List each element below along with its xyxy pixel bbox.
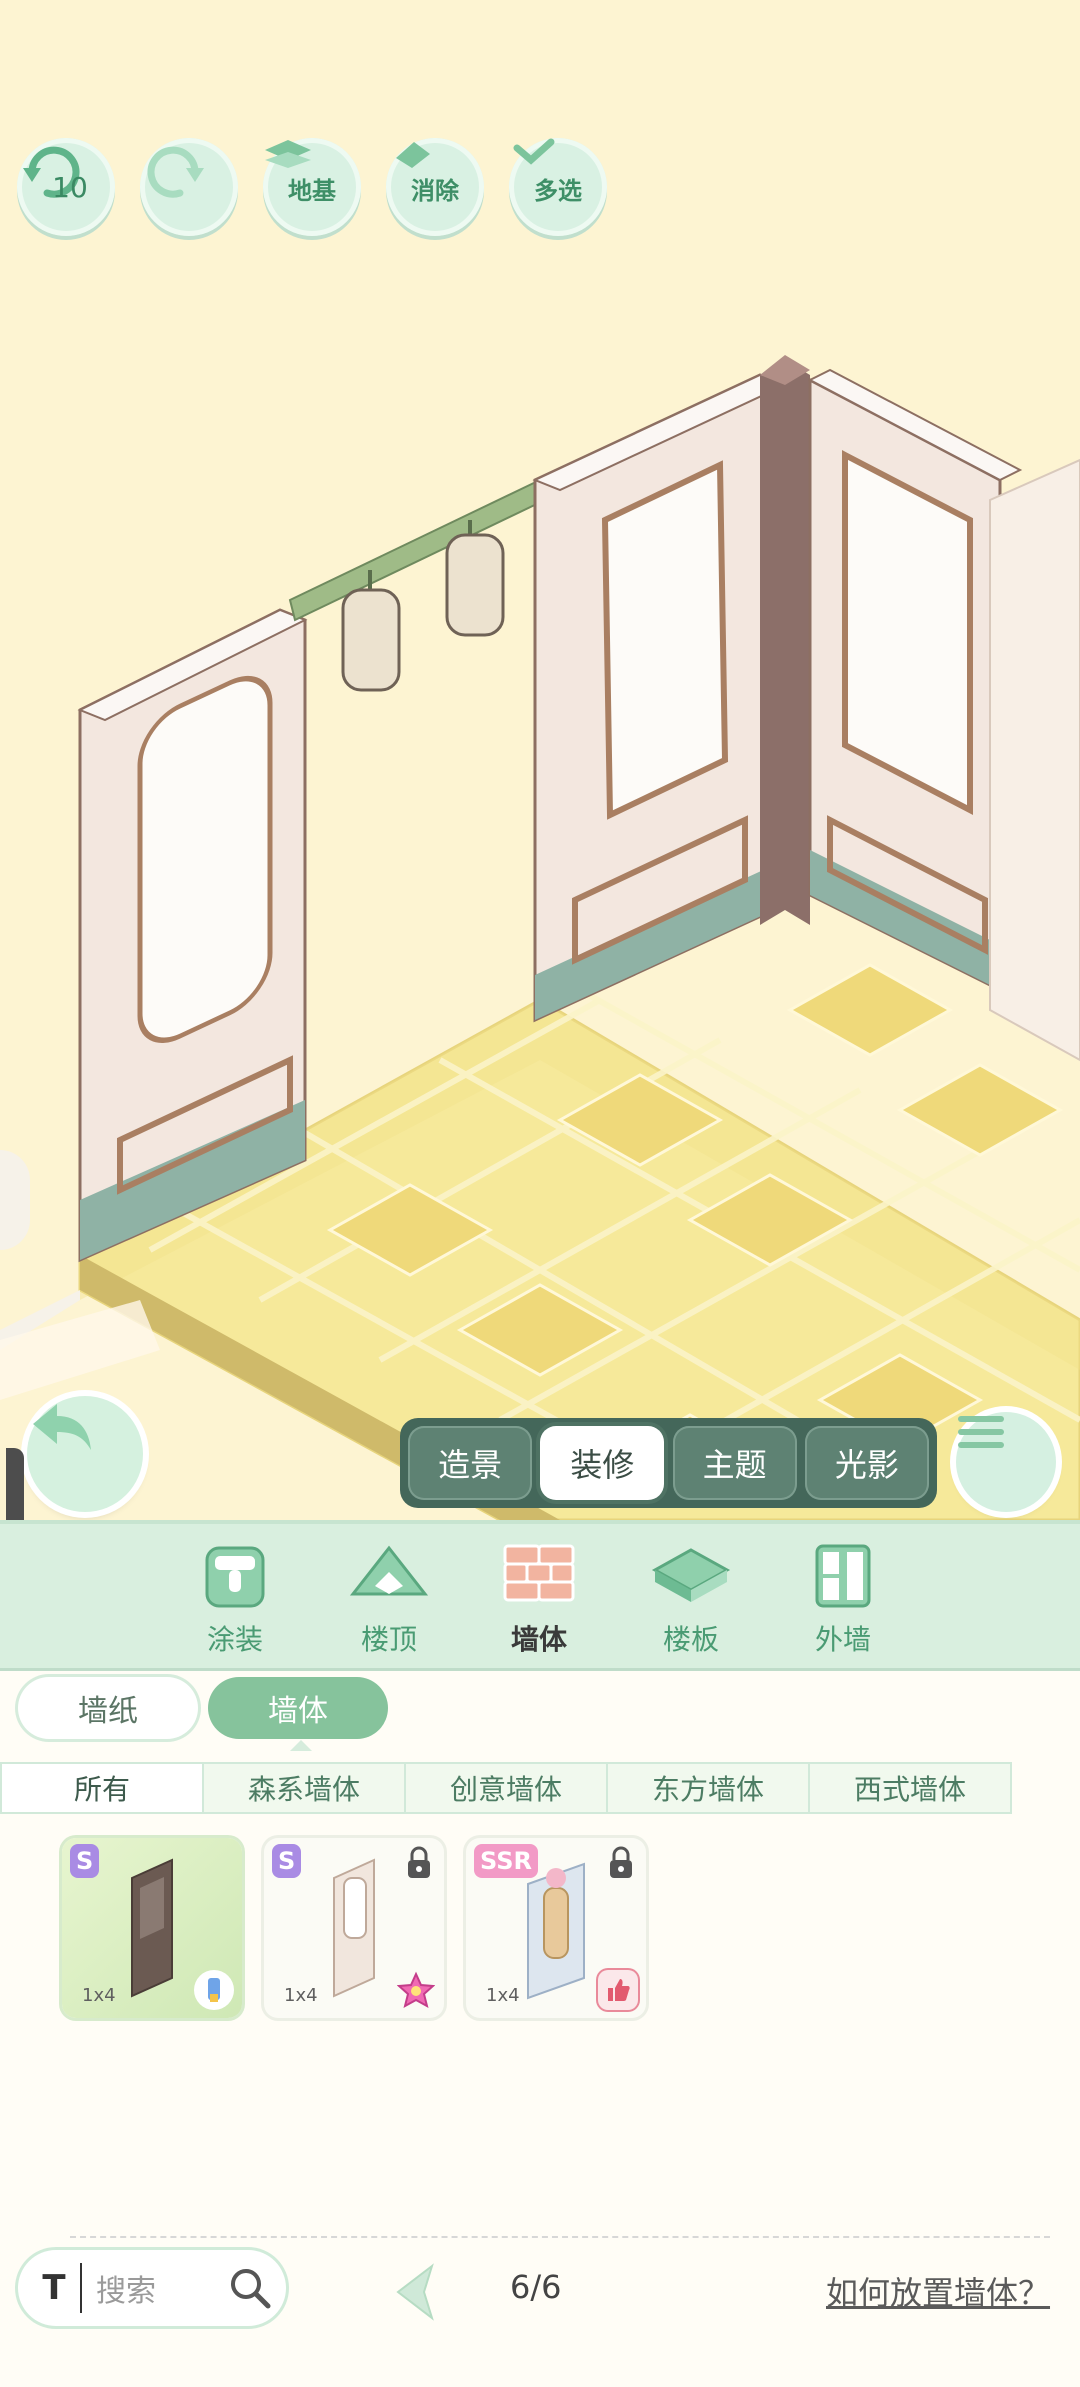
foundation-icon: [265, 140, 311, 168]
mode-theme[interactable]: 主题: [672, 1426, 797, 1500]
undo-button[interactable]: 10: [17, 138, 115, 236]
item-card[interactable]: S 1x4: [62, 1838, 242, 2018]
paint-tube-icon: [194, 1970, 234, 2010]
erase-button[interactable]: 消除: [386, 138, 484, 236]
tab-wallpaper[interactable]: 墙纸: [18, 1677, 198, 1739]
back-arrow-icon: [33, 1404, 91, 1450]
category-paint[interactable]: 涂装: [180, 1542, 290, 1658]
mode-switcher: 造景 装修 主题 光影: [400, 1418, 937, 1508]
filter-creative[interactable]: 创意墙体: [406, 1764, 608, 1812]
undo-count: 10: [52, 170, 88, 204]
category-roof-label: 楼顶: [360, 1623, 417, 1656]
search-field[interactable]: T 搜索: [18, 2250, 286, 2326]
category-exterior-label: 外墙: [814, 1623, 871, 1656]
category-paint-label: 涂装: [206, 1623, 263, 1656]
eraser-icon: [396, 142, 430, 168]
side-handle[interactable]: [0, 1150, 30, 1250]
category-exterior[interactable]: 外墙: [788, 1542, 898, 1658]
brick-wall-icon: [503, 1544, 575, 1602]
search-icon[interactable]: [228, 2266, 272, 2310]
erase-label: 消除: [411, 176, 459, 205]
category-roof[interactable]: 楼顶: [334, 1542, 444, 1658]
floor-slab-icon: [651, 1548, 731, 1602]
category-floor[interactable]: 楼板: [636, 1542, 746, 1658]
redo-button[interactable]: [140, 138, 238, 236]
back-button[interactable]: [27, 1396, 143, 1512]
prev-page-icon[interactable]: [390, 2262, 440, 2322]
star-icon: [396, 1970, 436, 2010]
menu-icon: [958, 1416, 1004, 1448]
filter-western[interactable]: 西式墙体: [810, 1764, 1010, 1812]
checkmark-icon: [513, 138, 555, 165]
redo-icon: [147, 146, 204, 198]
menu-button[interactable]: [956, 1412, 1056, 1512]
category-floor-label: 楼板: [662, 1623, 719, 1656]
item-size: 1x4: [82, 1985, 116, 2006]
item-card[interactable]: S 1x4: [264, 1838, 444, 2018]
item-size: 1x4: [284, 1985, 318, 2006]
filter-eastern[interactable]: 东方墙体: [608, 1764, 810, 1812]
mode-decoration[interactable]: 装修: [540, 1426, 665, 1500]
filter-forest[interactable]: 森系墙体: [204, 1764, 406, 1812]
text-input-icon: T: [28, 2263, 82, 2313]
exterior-wall-icon: [815, 1544, 871, 1608]
left-drawer-tab[interactable]: [6, 1448, 24, 1520]
tab-pointer: [290, 1740, 312, 1751]
mode-lighting[interactable]: 光影: [804, 1426, 929, 1500]
multiselect-label: 多选: [534, 176, 582, 205]
multiselect-button[interactable]: 多选: [509, 138, 607, 236]
tab-wall[interactable]: 墙体: [208, 1677, 388, 1739]
item-size: 1x4: [486, 1985, 520, 2006]
roof-icon: [349, 1545, 429, 1596]
filter-all[interactable]: 所有: [2, 1764, 204, 1812]
help-link[interactable]: 如何放置墙体？: [826, 2268, 1050, 2314]
search-placeholder: 搜索: [96, 2274, 156, 2309]
foundation-button[interactable]: 地基: [263, 138, 361, 236]
room-scene[interactable]: 10 地基 消除 多选 造景 装修 主题 光影: [0, 0, 1080, 1520]
filter-row: 所有 森系墙体 创意墙体 东方墙体 西式墙体: [0, 1762, 1012, 1814]
category-wall[interactable]: 墙体: [484, 1542, 594, 1658]
item-card[interactable]: SSR 1x4: [466, 1838, 646, 2018]
category-wall-label: 墙体: [510, 1623, 567, 1656]
mode-scenery[interactable]: 造景: [408, 1426, 533, 1500]
category-bar: 涂装 楼顶 墙体 楼板 外墙: [0, 1520, 1080, 1671]
page-indicator: 6/6: [510, 2268, 562, 2306]
divider: [70, 2236, 1050, 2238]
paint-bucket-icon: [205, 1546, 265, 1608]
thumbs-up-icon: [598, 1970, 638, 2010]
foundation-label: 地基: [288, 176, 336, 205]
